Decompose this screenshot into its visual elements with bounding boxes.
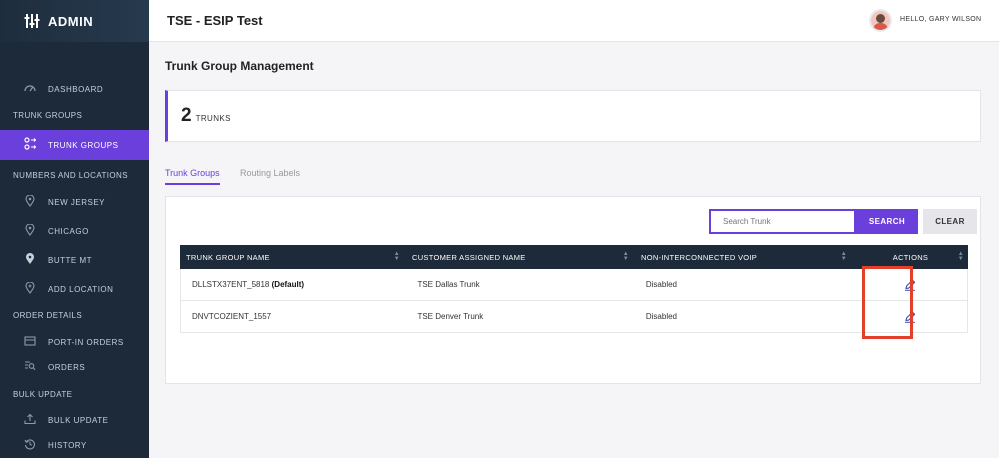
sidebar-item-label: BULK UPDATE [48,415,109,425]
sidebar: ADMIN DASHBOARD TRUNK GROUPS TRUNK GROUP… [0,0,149,458]
sidebar-item-orders[interactable]: ORDERS [0,356,149,378]
trunk-group-name: DLLSTX37ENT_5818 [192,280,270,289]
history-icon [22,438,38,453]
section-numbers-and-locations: NUMBERS AND LOCATIONS [13,171,128,180]
clear-button[interactable]: CLEAR [923,209,977,234]
sidebar-item-label: TRUNK GROUPS [48,140,119,150]
actions-highlight-box [862,266,913,339]
tab-trunk-groups[interactable]: Trunk Groups [165,168,220,185]
location-pin-icon [22,193,38,210]
sidebar-item-history[interactable]: HISTORY [0,434,149,456]
sidebar-item-label: ADD LOCATION [48,284,114,294]
trunk-group-name: DNVTCOZIENT_1557 [192,312,272,321]
sidebar-item-label: DASHBOARD [48,84,104,94]
user-greeting[interactable]: HELLO, GARY WILSON [900,16,981,23]
sidebar-item-label: NEW JERSEY [48,197,106,207]
tab-routing-labels[interactable]: Routing Labels [240,168,300,178]
port-in-icon [22,335,38,349]
avatar-head-shape [876,14,885,23]
upload-icon [22,413,38,428]
column-header-label: ACTIONS [892,252,929,262]
sidebar-item-butte-mt[interactable]: BUTTE MT [0,249,149,271]
trunk-count: 2 [181,105,192,126]
column-header-label: CUSTOMER ASSIGNED NAME [412,252,526,262]
search-button[interactable]: SEARCH [856,209,918,234]
sidebar-item-trunk-groups[interactable]: TRUNK GROUPS [0,130,149,160]
column-header-customer-assigned-name[interactable]: CUSTOMER ASSIGNED NAME ▲ ▼ [406,245,635,269]
table-row: DLLSTX37ENT_5818 (Default) TSE Dallas Tr… [180,269,968,301]
top-header: TSE - ESIP Test HELLO, GARY WILSON [149,0,999,42]
sidebar-item-bulk-update[interactable]: BULK UPDATE [0,409,149,431]
default-tag: (Default) [271,280,305,289]
section-bulk-update: BULK UPDATE [13,390,73,399]
admin-sliders-icon [24,13,40,29]
trunk-group-name-cell: DNVTCOZIENT_1557 [181,312,406,321]
sidebar-item-label: CHICAGO [48,226,89,236]
brand-title: ADMIN [48,13,94,29]
sidebar-item-chicago[interactable]: CHICAGO [0,220,149,242]
sidebar-item-dashboard[interactable]: DASHBOARD [0,78,149,100]
sort-icon: ▲ ▼ [957,251,964,262]
brand[interactable]: ADMIN [0,0,149,42]
sidebar-item-label: BUTTE MT [48,255,92,265]
column-header-trunk-group-name[interactable]: TRUNK GROUP NAME ▲ ▼ [180,245,406,269]
account-title: TSE - ESIP Test [167,13,263,28]
trunk-groups-panel: SEARCH CLEAR TRUNK GROUP NAME ▲▼ CUSTOME… [165,196,981,384]
trunk-groups-icon [22,137,38,153]
add-location-icon [22,280,38,297]
table-header: TRUNK GROUP NAME ▲ ▼ CUSTOMER ASSIGNED NA… [180,245,968,269]
trunk-count-card: 2 TRUNKS [165,90,981,142]
trunk-groups-table: TRUNK GROUP NAME ▲ ▼ CUSTOMER ASSIGNED NA… [180,245,968,333]
trunk-count-label: TRUNKS [195,114,231,123]
trunk-group-name-cell: DLLSTX37ENT_5818 (Default) [181,280,406,289]
sort-icon: ▲ ▼ [622,251,629,262]
sidebar-item-label: PORT-IN ORDERS [48,337,124,347]
sidebar-item-port-in-orders[interactable]: PORT-IN ORDERS [0,331,149,353]
sidebar-item-label: HISTORY [48,440,87,450]
location-pin-filled-icon [22,252,38,268]
section-trunk-groups: TRUNK GROUPS [13,111,83,120]
sort-icon: ▲ ▼ [393,251,400,262]
customer-assigned-name-cell: TSE Dallas Trunk [417,280,480,289]
customer-assigned-name-cell: TSE Denver Trunk [417,312,484,321]
column-header-label: NON-INTERCONNECTED VOIP [641,252,758,262]
sort-icon: ▲ ▼ [840,251,847,262]
avatar[interactable] [869,9,892,32]
avatar-body-shape [873,23,888,30]
column-header-non-interconnected-voip[interactable]: NON-INTERCONNECTED VOIP ▲ ▼ [635,245,853,269]
page-title: Trunk Group Management [165,59,314,73]
sidebar-item-add-location[interactable]: ADD LOCATION [0,278,149,300]
dashboard-gauge-icon [22,83,38,96]
column-header-label: TRUNK GROUP NAME [186,252,270,262]
sidebar-item-label: ORDERS [48,362,86,372]
section-order-details: ORDER DETAILS [13,311,83,320]
table-row: DNVTCOZIENT_1557 TSE Denver Trunk Disabl… [180,301,968,333]
location-pin-icon [22,222,38,239]
orders-search-icon [22,360,38,374]
voip-status-cell: Disabled [645,280,677,289]
search-trunk-input[interactable] [709,209,856,234]
voip-status-cell: Disabled [645,312,677,321]
sidebar-item-new-jersey[interactable]: NEW JERSEY [0,191,149,213]
